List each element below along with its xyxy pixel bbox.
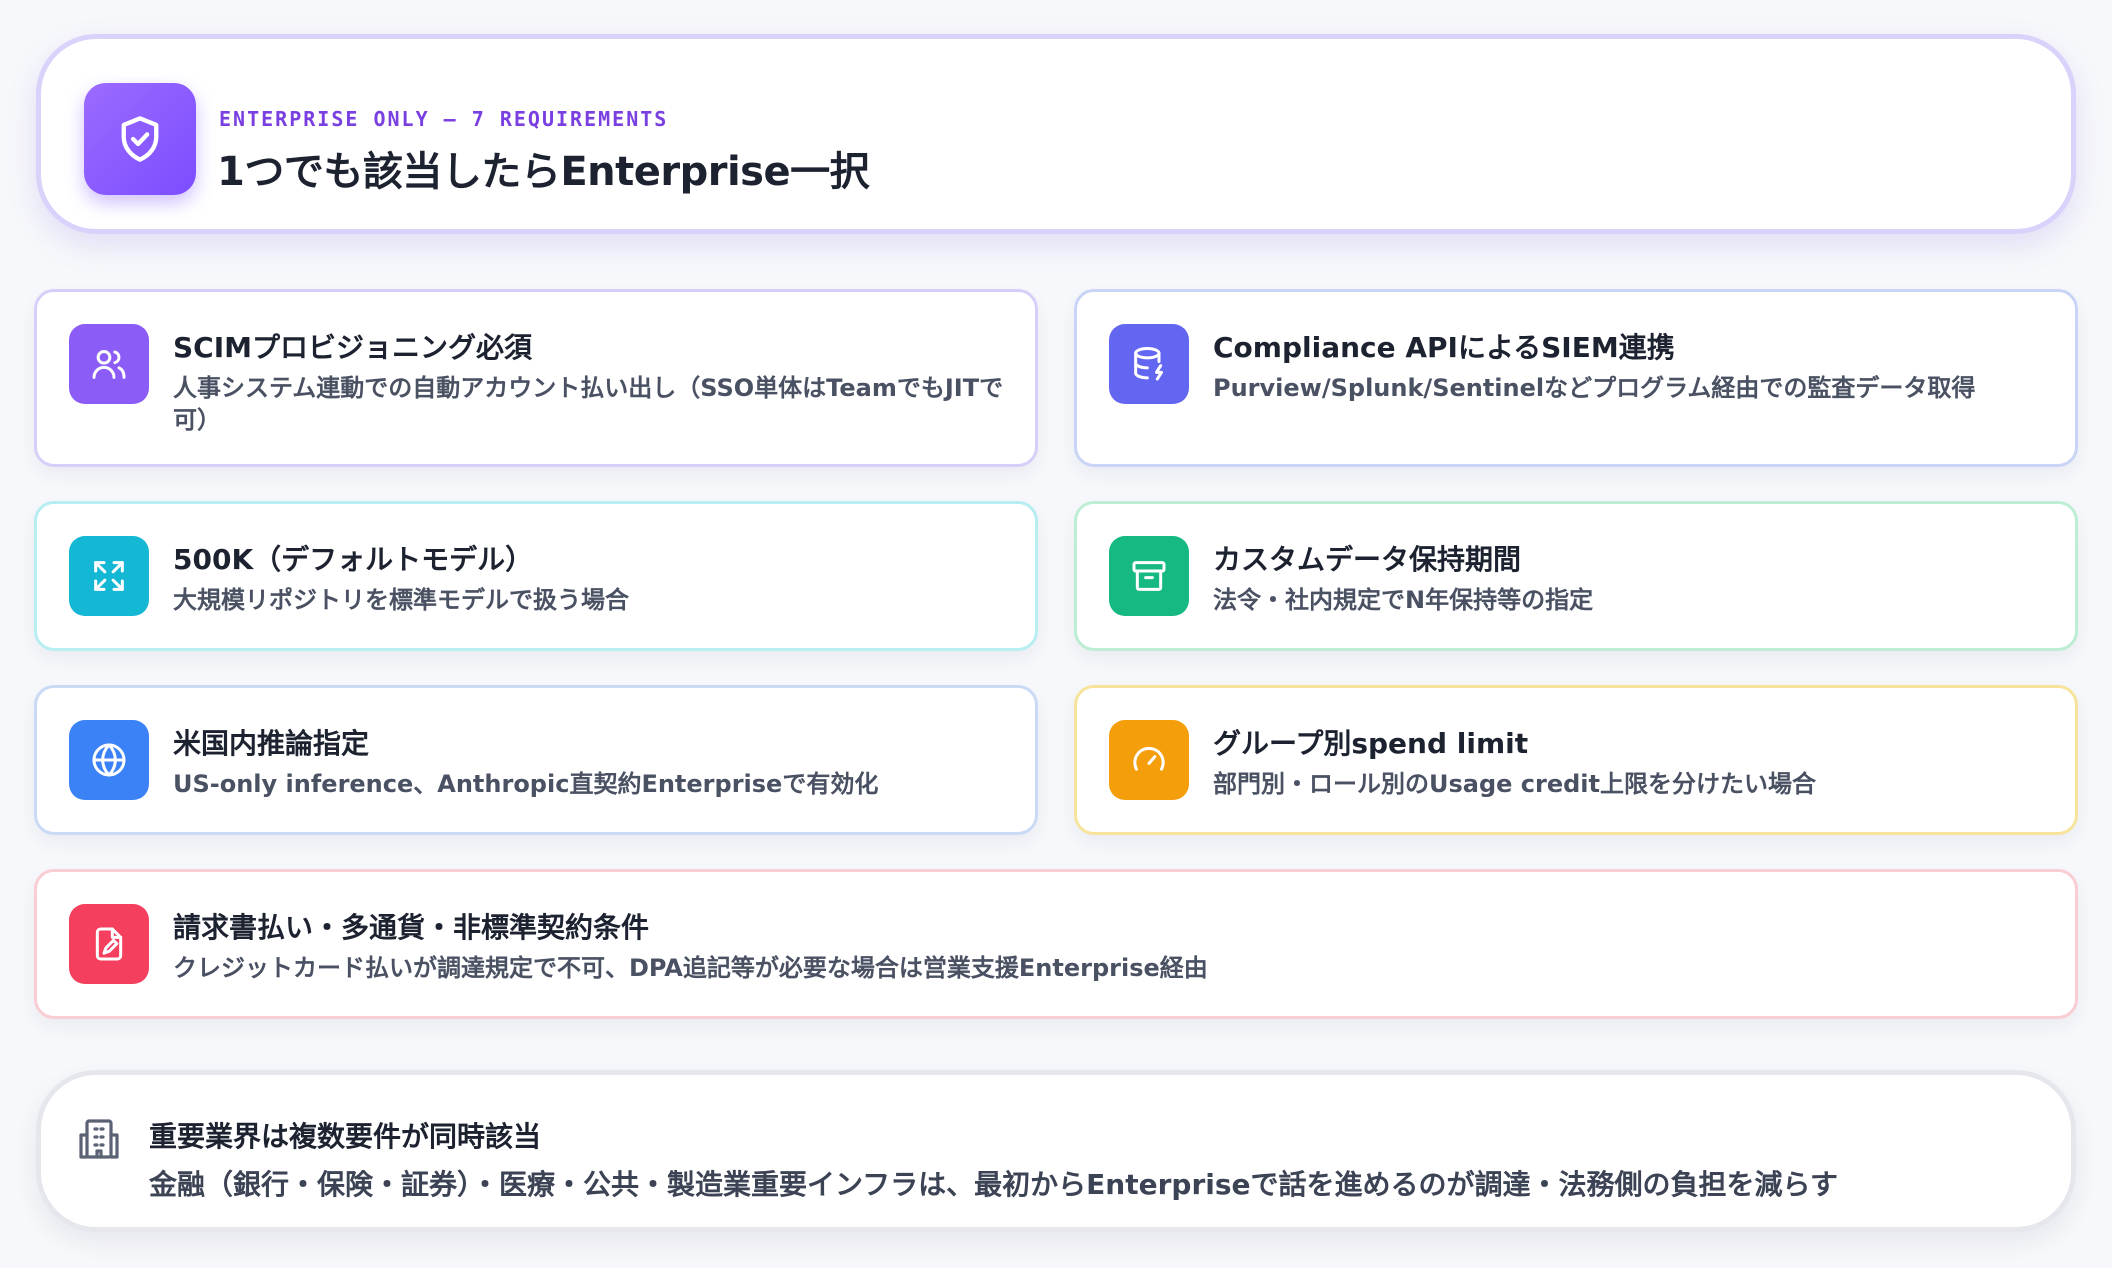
requirement-title: 米国内推論指定	[173, 727, 370, 760]
requirement-title: SCIMプロビジョニング必須	[173, 331, 532, 364]
requirement-card-scim: SCIMプロビジョニング必須 人事システム連動での自動アカウント払い出し（SSO…	[34, 289, 1038, 467]
requirement-card-invoice: 請求書払い・多通貨・非標準契約条件 クレジットカード払いが調達規定で不可、DPA…	[34, 869, 2078, 1019]
requirement-desc: 人事システム連動での自動アカウント払い出し（SSO単体はTeamでもJITで可）	[173, 374, 1004, 434]
requirement-desc: 大規模リポジトリを標準モデルで扱う場合	[173, 586, 629, 614]
footer-desc: 金融（銀行・保険・証券）・医療・公共・製造業重要インフラは、最初からEnterp…	[149, 1168, 1838, 1201]
globe-icon	[69, 720, 149, 800]
footer-title: 重要業界は複数要件が同時該当	[149, 1120, 542, 1153]
requirement-desc: US-only inference、Anthropic直契約Enterprise…	[173, 770, 879, 798]
requirement-title: グループ別spend limit	[1213, 727, 1529, 760]
requirement-desc: 部門別・ロール別のUsage credit上限を分けたい場合	[1213, 770, 1816, 798]
database-icon	[1109, 324, 1189, 404]
requirement-card-500k: 500K（デフォルトモデル） 大規模リポジトリを標準モデルで扱う場合	[34, 501, 1038, 651]
expand-icon	[69, 536, 149, 616]
requirement-title: カスタムデータ保持期間	[1213, 543, 1522, 576]
header-card: ENTERPRISE ONLY — 7 REQUIREMENTS 1つでも該当し…	[36, 34, 2076, 234]
building-icon	[75, 1115, 123, 1163]
requirement-card-spend-limit: グループ別spend limit 部門別・ロール別のUsage credit上限…	[1074, 685, 2078, 835]
requirement-card-data-retention: カスタムデータ保持期間 法令・社内規定でN年保持等の指定	[1074, 501, 2078, 651]
footer-note-card: 重要業界は複数要件が同時該当 金融（銀行・保険・証券）・医療・公共・製造業重要イ…	[36, 1070, 2076, 1232]
requirement-title: 500K（デフォルトモデル）	[173, 543, 534, 576]
page-title: 1つでも該当したらEnterprise一択	[217, 149, 870, 195]
requirement-desc: Purview/Splunk/Sentinelなどプログラム経由での監査データ取…	[1213, 374, 1976, 402]
requirement-title: Compliance APIによるSIEM連携	[1213, 331, 1675, 364]
gauge-icon	[1109, 720, 1189, 800]
requirement-card-us-inference: 米国内推論指定 US-only inference、Anthropic直契約En…	[34, 685, 1038, 835]
file-signature-icon	[69, 904, 149, 984]
requirement-card-compliance-api: Compliance APIによるSIEM連携 Purview/Splunk/S…	[1074, 289, 2078, 467]
users-icon	[69, 324, 149, 404]
archive-icon	[1109, 536, 1189, 616]
requirement-desc: クレジットカード払いが調達規定で不可、DPA追記等が必要な場合は営業支援Ente…	[173, 954, 1208, 982]
shield-check-icon	[84, 83, 196, 195]
requirement-title: 請求書払い・多通貨・非標準契約条件	[173, 911, 650, 944]
page: ENTERPRISE ONLY — 7 REQUIREMENTS 1つでも該当し…	[0, 0, 2112, 1268]
requirement-desc: 法令・社内規定でN年保持等の指定	[1213, 586, 1594, 614]
header-eyebrow: ENTERPRISE ONLY — 7 REQUIREMENTS	[219, 107, 669, 131]
